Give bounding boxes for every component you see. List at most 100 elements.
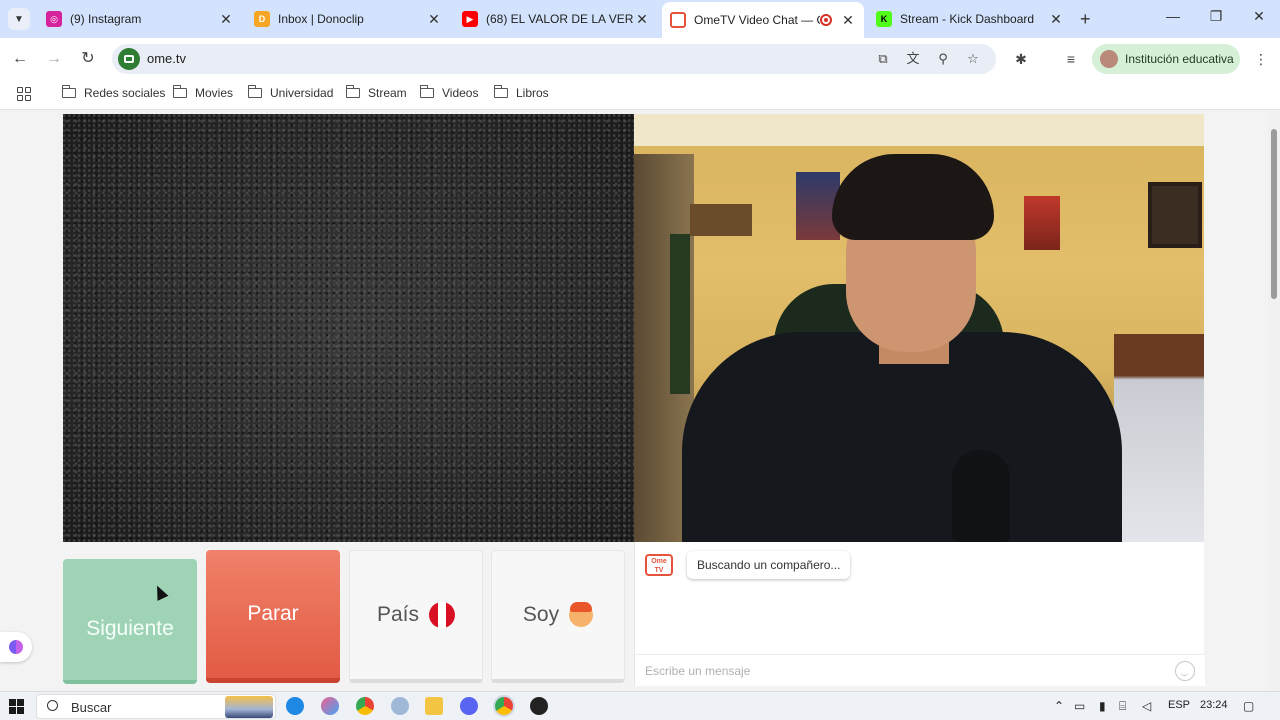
file-explorer-icon[interactable] — [425, 697, 443, 715]
chrome-active-icon[interactable] — [495, 697, 513, 715]
country-button[interactable]: País — [349, 550, 483, 683]
country-button-label: País — [376, 603, 420, 626]
back-icon[interactable]: ← — [9, 48, 31, 70]
close-icon[interactable]: ✕ — [634, 11, 650, 28]
site-info-icon[interactable] — [118, 48, 140, 70]
menu-kebab-icon[interactable]: ⋮ — [1251, 49, 1271, 69]
apps-grid-icon[interactable] — [17, 87, 31, 101]
close-icon[interactable]: ✕ — [218, 11, 234, 28]
bookmark-label: Redes sociales — [84, 86, 166, 100]
bookmark-folder-libros[interactable]: Libros — [493, 85, 549, 100]
youtube-icon: ▶ — [462, 11, 478, 27]
browser-toolbar: ← → ↻ ome.tv ⧉ 文 ⚲ ☆ ✱ ≡ Institución edu… — [0, 38, 1280, 80]
webcam-ceiling — [634, 114, 1204, 146]
stranger-video-static — [63, 114, 634, 542]
taskbar-search[interactable]: Buscar — [36, 694, 276, 719]
chat-message-input[interactable]: Escribe un mensaje — [635, 654, 1205, 686]
taskbar-search-label: Buscar — [71, 700, 112, 715]
emoji-icon[interactable] — [1175, 661, 1195, 681]
network-icon[interactable]: ⌸ — [1119, 699, 1126, 714]
copilot-icon[interactable] — [321, 697, 339, 715]
folder-icon — [61, 85, 76, 98]
clock[interactable]: 23:24 — [1200, 699, 1228, 711]
usb-icon[interactable]: ▭ — [1074, 699, 1085, 713]
bookmark-star-icon[interactable]: ☆ — [964, 50, 982, 68]
tab-ometv[interactable]: OmeTV Video Chat — C ✕ — [662, 2, 864, 38]
minimize-icon[interactable]: — — [1163, 8, 1183, 24]
media-control-icon[interactable]: ≡ — [1061, 49, 1081, 69]
discord-icon[interactable] — [460, 697, 478, 715]
folder-icon — [172, 85, 187, 98]
translate-icon[interactable]: 文 — [904, 50, 922, 68]
folder-icon — [345, 85, 360, 98]
tab-kick[interactable]: K Stream - Kick Dashboard ✕ — [868, 4, 1072, 34]
brain-icon — [9, 640, 23, 654]
bookmark-folder-videos[interactable]: Videos — [419, 85, 479, 100]
bookmark-folder-redes-sociales[interactable]: Redes sociales — [61, 85, 166, 100]
tab-strip: ▼ ◎ (9) Instagram ✕ D Inbox | Donoclip ✕… — [0, 0, 1280, 38]
address-bar[interactable]: ome.tv ⧉ 文 ⚲ ☆ — [112, 44, 996, 74]
window-close-icon[interactable]: ✕ — [1249, 8, 1269, 25]
chat-panel: Ome TV Buscando un compañero... Escribe … — [634, 542, 1205, 686]
url-text: ome.tv — [147, 51, 187, 66]
reload-icon[interactable]: ↻ — [77, 48, 99, 70]
gender-button[interactable]: Soy — [491, 550, 625, 683]
bookmark-folder-stream[interactable]: Stream — [345, 85, 407, 100]
tab-instagram[interactable]: ◎ (9) Instagram ✕ — [38, 4, 242, 34]
page-scrollbar[interactable] — [1268, 111, 1280, 691]
profile-chip[interactable]: Institución educativa — [1092, 44, 1240, 74]
notifications-icon[interactable]: ▢ — [1243, 699, 1254, 713]
tab-youtube[interactable]: ▶ (68) EL VALOR DE LA VERDA ✕ — [454, 4, 658, 34]
close-icon[interactable]: ✕ — [840, 12, 856, 29]
next-button[interactable]: Siguiente — [63, 559, 197, 684]
chrome-icon[interactable] — [356, 697, 374, 715]
language-indicator[interactable]: ESP — [1168, 699, 1190, 711]
volume-icon[interactable]: ◁ — [1142, 699, 1151, 713]
bookmark-folder-universidad[interactable]: Universidad — [247, 85, 334, 100]
peru-flag-icon — [429, 602, 456, 628]
search-highlight-art — [225, 696, 273, 718]
windows-taskbar: Buscar ⌃ ▭ ▮ ⌸ ◁ ESP 23:24 ▢ — [0, 691, 1280, 720]
stop-button[interactable]: Parar — [206, 550, 340, 683]
webcam-bed — [1114, 334, 1204, 542]
folder-icon — [419, 85, 434, 98]
webcam-microphone — [952, 450, 1010, 542]
chat-input-placeholder: Escribe un mensaje — [645, 664, 751, 678]
ometv-page: Siguiente Parar País Soy Ome TV Buscando… — [0, 111, 1280, 691]
bookmark-folder-movies[interactable]: Movies — [172, 85, 233, 100]
tab-donoclip[interactable]: D Inbox | Donoclip ✕ — [246, 4, 450, 34]
next-button-label: Siguiente — [86, 616, 174, 640]
bookmarks-bar: Redes sociales Movies Universidad Stream… — [0, 80, 1280, 110]
windows-start-icon[interactable] — [9, 699, 24, 714]
cast-icon[interactable]: ⧉ — [874, 50, 892, 68]
microphone-icon[interactable]: ▮ — [1099, 699, 1106, 713]
scrollbar-thumb[interactable] — [1271, 129, 1277, 299]
tab-search-dropdown-icon[interactable]: ▼ — [8, 8, 30, 30]
tab-title: Stream - Kick Dashboard — [900, 12, 1035, 26]
search-icon — [47, 700, 58, 711]
kick-icon: K — [876, 11, 892, 27]
zoom-icon[interactable]: ⚲ — [934, 50, 952, 68]
webcam-plant — [670, 234, 690, 394]
ometv-icon — [670, 12, 686, 28]
close-icon[interactable]: ✕ — [1048, 11, 1064, 28]
close-icon[interactable]: ✕ — [426, 11, 442, 28]
bookmark-label: Stream — [368, 86, 407, 100]
stop-button-label: Parar — [247, 602, 299, 625]
edge-icon[interactable] — [286, 697, 304, 715]
extension-sidebar-button[interactable] — [0, 632, 32, 662]
forward-icon[interactable]: → — [43, 48, 65, 70]
tray-chevron-icon[interactable]: ⌃ — [1054, 699, 1064, 713]
tab-title: (9) Instagram — [70, 12, 142, 26]
new-tab-icon[interactable]: + — [1080, 9, 1091, 30]
restore-icon[interactable]: ❐ — [1206, 8, 1226, 25]
obs-icon[interactable] — [530, 697, 548, 715]
bookmark-label: Libros — [516, 86, 549, 100]
avatar — [1100, 50, 1118, 68]
gender-button-label: Soy — [522, 603, 560, 626]
bookmark-label: Universidad — [270, 86, 334, 100]
settings-app-icon[interactable] — [391, 697, 409, 715]
folder-icon — [493, 85, 508, 98]
extensions-icon[interactable]: ✱ — [1011, 49, 1031, 69]
bookmark-label: Videos — [442, 86, 479, 100]
